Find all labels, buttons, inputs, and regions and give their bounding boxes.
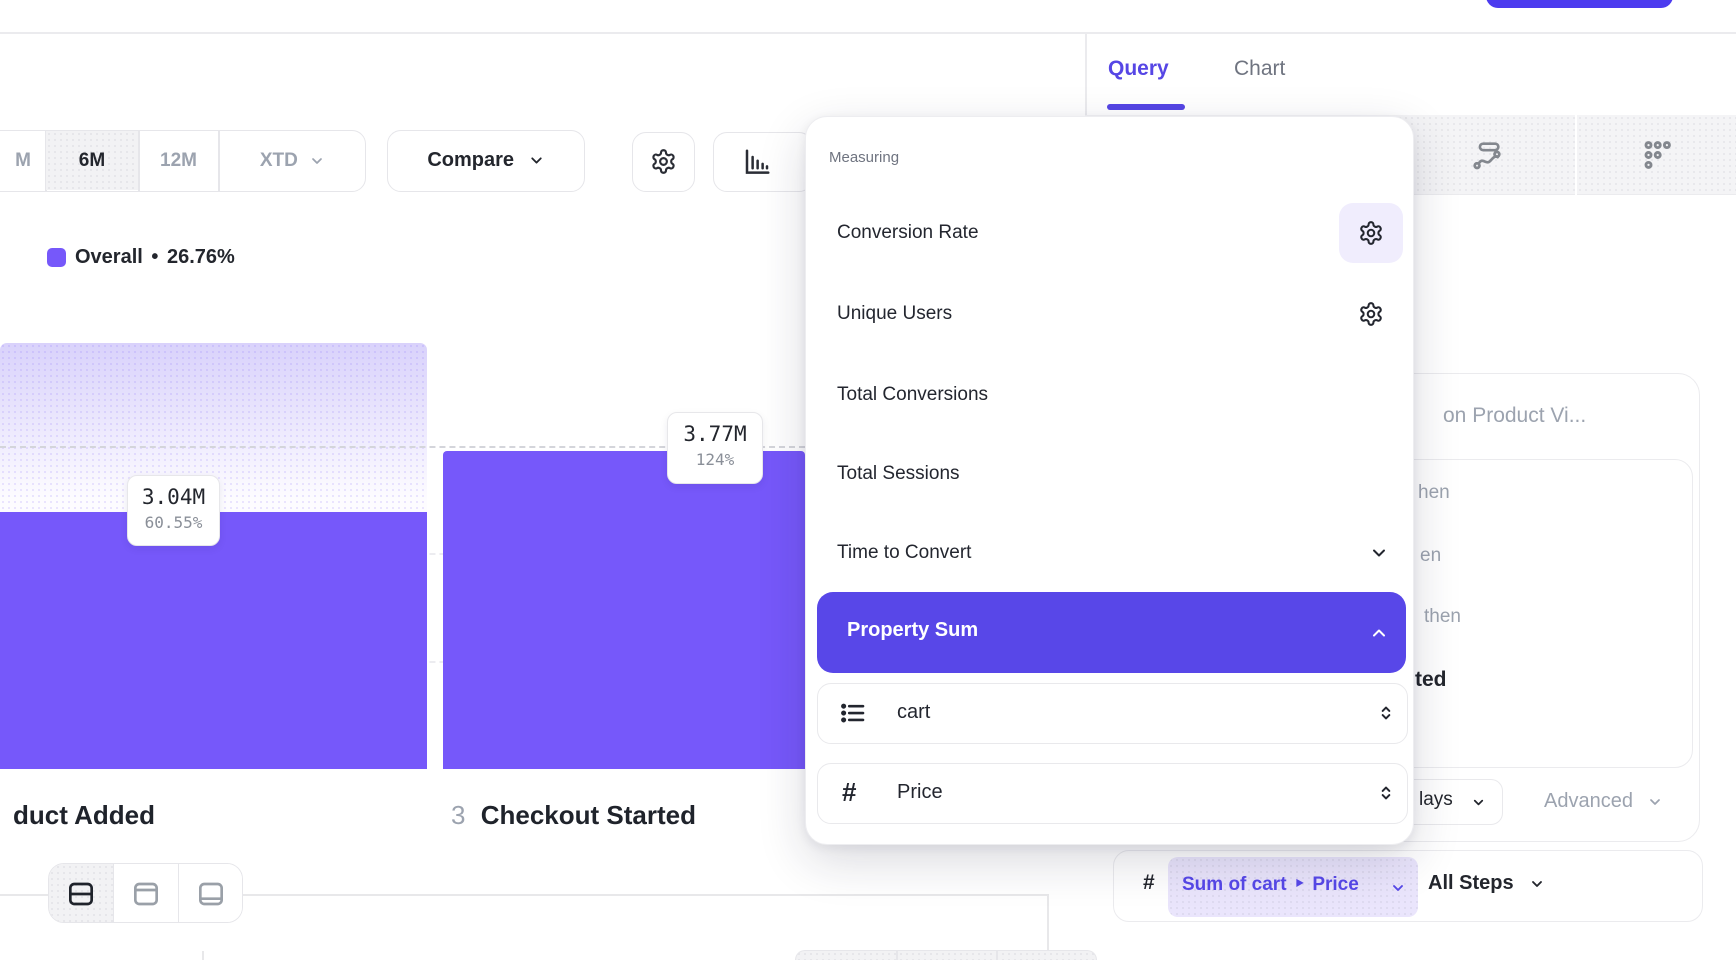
menu-item-total-sessions[interactable]: Total Sessions [806, 434, 1413, 514]
bar-value-tooltip: 3.77M 124% [667, 412, 763, 484]
numeric-property-select[interactable]: # Price [817, 763, 1408, 824]
flows-chart-button[interactable] [1470, 138, 1506, 174]
gear-icon [1358, 220, 1384, 246]
window-label-fragment: lays [1419, 789, 1453, 811]
bar-percent: 60.55% [128, 513, 219, 532]
range-xtd-label: XTD [260, 150, 298, 171]
chart-type-button[interactable] [713, 132, 813, 192]
chip-arrow: ‣ [1292, 874, 1307, 895]
event-property-value: cart [897, 701, 930, 724]
top-divider [0, 32, 1736, 34]
chip-main-label: Sum of cart [1182, 874, 1287, 895]
chevron-down-icon [309, 153, 325, 169]
tab-query[interactable]: Query [1108, 57, 1169, 81]
legend-series-label: Overall [75, 246, 143, 268]
bar-value: 3.77M [668, 422, 762, 446]
range-button-12m[interactable]: 12M [139, 131, 218, 193]
range-button-xtd[interactable]: XTD [219, 131, 366, 193]
funnel-bar-1[interactable] [0, 512, 427, 769]
dots-grid-icon [1640, 138, 1674, 172]
menu-item-property-sum-selected[interactable]: Property Sum [817, 592, 1406, 673]
bar-chart-icon [742, 147, 772, 177]
step-number: 3 [451, 800, 465, 830]
legend-swatch [47, 248, 66, 267]
next-panel-toggle-peek[interactable] [795, 950, 1097, 960]
bar-value-tooltip: 3.04M 60.55% [127, 475, 220, 546]
select-updown-icon [1376, 783, 1396, 803]
funnel-bar-2[interactable] [443, 451, 805, 769]
compare-label: Compare [427, 149, 514, 171]
bar-percent: 124% [668, 450, 762, 469]
table-column-divider [202, 951, 204, 960]
layout-split-button[interactable] [49, 864, 113, 923]
compare-button[interactable]: Compare [387, 130, 585, 192]
property-chip[interactable]: Sum of cart ‣ Price [1168, 857, 1418, 917]
chevron-down-icon [1647, 794, 1663, 810]
hash-icon: # [842, 777, 856, 808]
all-steps-button[interactable]: All Steps [1428, 872, 1545, 895]
menu-item-unique-users[interactable]: Unique Users [806, 274, 1413, 354]
menu-item-time-to-convert[interactable]: Time to Convert [806, 513, 1413, 593]
flows-icon [1470, 138, 1504, 172]
advanced-button[interactable]: Advanced [1544, 790, 1663, 813]
tab-chart[interactable]: Chart [1234, 57, 1285, 81]
bar-value: 3.04M [128, 485, 219, 509]
step-row-fragment: en [1420, 545, 1441, 567]
range-button-6m[interactable]: 6M [46, 131, 138, 190]
menu-item-conversion-rate[interactable]: Conversion Rate [806, 193, 1413, 273]
layout-toggle-control [48, 863, 243, 923]
step-row-fragment: then [1424, 606, 1461, 628]
divider [896, 951, 898, 960]
layout-top-button[interactable] [114, 864, 178, 923]
menu-item-total-conversions[interactable]: Total Conversions [806, 355, 1413, 435]
cell-divider [1575, 115, 1577, 195]
scatter-steps-button[interactable] [1640, 138, 1676, 174]
chevron-down-icon [1471, 795, 1486, 810]
layout-top-icon [130, 878, 162, 910]
event-property-select[interactable]: cart [817, 683, 1408, 744]
panel-divider [1085, 33, 1087, 115]
layout-split-icon [65, 878, 97, 910]
numeric-hash-label: # [1143, 871, 1155, 895]
step-label-1: duct Added [0, 800, 155, 831]
tab-query-underline [1107, 104, 1185, 110]
item-gear-button[interactable] [1339, 284, 1403, 344]
legend-value: 26.76% [167, 246, 235, 268]
date-range-control: M 6M 12M XTD [0, 130, 366, 192]
chart-settings-button[interactable] [632, 132, 695, 192]
chip-property-label: Price [1312, 874, 1358, 895]
list-icon [838, 698, 868, 728]
chevron-down-icon [528, 152, 545, 169]
advanced-label: Advanced [1544, 790, 1633, 812]
select-updown-icon [1376, 703, 1396, 723]
step-label-2: 3 Checkout Started [451, 800, 696, 831]
step-name: Checkout Started [481, 800, 696, 830]
all-steps-label: All Steps [1428, 872, 1514, 894]
steps-header-fragment: on Product Vi... [1443, 404, 1586, 428]
measurement-summary-card: # Sum of cart ‣ Price All Steps [1113, 850, 1703, 922]
chevron-up-icon [1369, 623, 1389, 643]
chevron-down-icon [1390, 880, 1406, 896]
table-column-divider [1047, 894, 1049, 950]
legend-separator: • [148, 246, 161, 268]
gear-icon [1358, 301, 1384, 327]
divider [996, 951, 998, 960]
numeric-property-value: Price [897, 781, 943, 804]
layout-bottom-icon [195, 878, 227, 910]
layout-bottom-button[interactable] [179, 864, 243, 923]
measuring-dropdown: Measuring Conversion Rate Unique Users T… [805, 116, 1414, 845]
chevron-down-icon [1529, 876, 1545, 892]
top-primary-button[interactable] [1486, 0, 1673, 8]
chevron-down-icon [1369, 543, 1389, 563]
gear-icon [650, 148, 677, 175]
dropdown-section-title: Measuring [829, 149, 899, 166]
range-button-3m[interactable]: M [1, 131, 45, 193]
step-row-fragment-bold: ted [1415, 668, 1447, 692]
app-window: M 6M 12M XTD Compare Overall • 26.76% [0, 0, 1736, 960]
step-row-fragment: hen [1418, 482, 1450, 504]
item-gear-button[interactable] [1339, 203, 1403, 263]
